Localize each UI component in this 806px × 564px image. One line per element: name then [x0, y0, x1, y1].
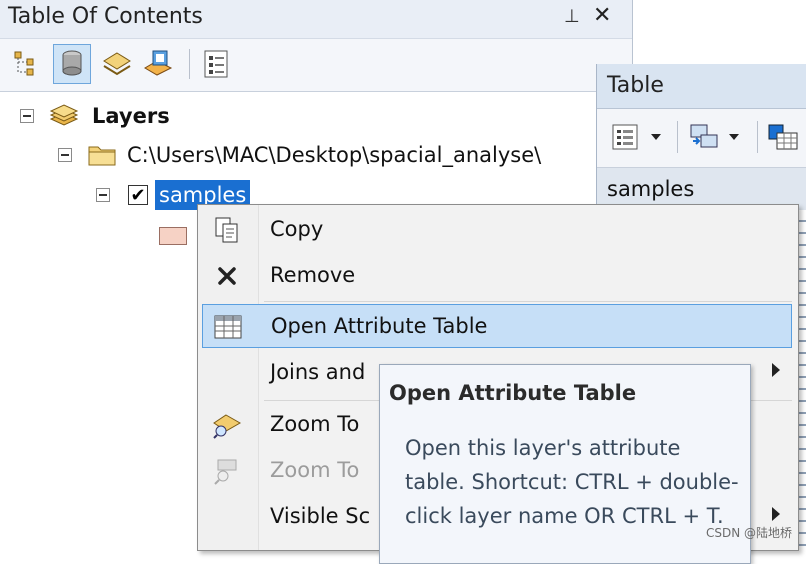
hierarchy-icon — [14, 51, 34, 76]
select-by-attributes-button[interactable] — [767, 123, 799, 155]
watermark: CSDN @陆地桥 — [705, 526, 792, 540]
menu-item-label: Copy — [270, 217, 324, 241]
menu-item-label: Open Attribute Table — [271, 314, 488, 338]
table-options-icon — [612, 124, 638, 150]
tree-node-folder[interactable]: C:\Users\MAC\Desktop\spacial_analyse\ — [58, 138, 541, 172]
menu-item-remove[interactable]: Remove — [202, 254, 792, 298]
table-tab-label: samples — [607, 177, 695, 201]
symbol-swatch[interactable] — [159, 227, 187, 245]
related-tables-icon — [690, 124, 718, 148]
collapse-icon[interactable] — [20, 109, 34, 123]
toc-title: Table Of Contents — [8, 4, 203, 29]
menu-item-open-attribute-table[interactable]: Open Attribute Table — [202, 304, 792, 348]
remove-x-icon — [218, 267, 236, 285]
database-icon — [62, 50, 82, 76]
copy-icon — [215, 217, 238, 243]
close-icon[interactable]: ✕ — [593, 3, 611, 28]
submenu-arrow-icon — [772, 363, 780, 377]
check-icon: ✔ — [130, 184, 146, 206]
zoom-to-visible-icon — [214, 459, 237, 485]
tooltip-body: Open this layer's attribute table. Short… — [405, 436, 739, 528]
table-window-title: Table — [607, 73, 664, 98]
open-attribute-table-tooltip: Open Attribute Table Open this layer's a… — [379, 364, 751, 564]
tree-node-layers[interactable]: Layers — [20, 99, 170, 133]
menu-separator — [264, 301, 792, 302]
menu-item-label: Zoom To — [270, 412, 360, 436]
toolbar-separator — [677, 121, 678, 153]
table-select-icon — [768, 124, 798, 150]
layer-visibility-checkbox[interactable]: ✔ — [128, 184, 148, 206]
pin-icon[interactable]: ⊥ — [564, 6, 580, 27]
layers-stack-icon — [103, 52, 131, 76]
table-options-button[interactable] — [611, 123, 661, 151]
zoom-to-layer-icon — [213, 414, 242, 439]
layer-selection-icon — [144, 50, 173, 76]
toolbar-separator — [189, 49, 190, 79]
list-by-selection-button[interactable] — [140, 44, 178, 84]
attribute-table-icon — [214, 315, 242, 339]
toc-title-bar: Table Of Contents ⊥ ✕ — [0, 0, 632, 39]
toolbar-separator — [757, 121, 758, 153]
menu-item-label: Remove — [270, 263, 356, 287]
menu-item-label: Joins and — [270, 360, 366, 384]
tooltip-title: Open Attribute Table — [389, 381, 637, 405]
table-window-title-bar: Table — [597, 64, 806, 109]
dropdown-arrow-icon — [729, 134, 739, 140]
related-tables-button[interactable] — [689, 123, 739, 151]
menu-item-label: Visible Sc — [270, 504, 371, 528]
list-options-icon — [204, 50, 228, 78]
collapse-icon[interactable] — [58, 148, 72, 162]
table-window-toolbar — [597, 109, 806, 168]
menu-item-copy[interactable]: Copy — [202, 208, 792, 252]
dropdown-arrow-icon — [651, 134, 661, 140]
options-button[interactable] — [197, 44, 235, 84]
collapse-icon[interactable] — [96, 188, 110, 202]
toc-toolbar — [0, 39, 632, 92]
submenu-arrow-icon — [772, 507, 780, 521]
layers-icon — [49, 104, 79, 126]
list-by-drawing-order-button[interactable] — [8, 44, 46, 84]
list-by-visibility-button[interactable] — [98, 44, 136, 84]
folder-path-label: C:\Users\MAC\Desktop\spacial_analyse\ — [127, 143, 542, 167]
layers-label: Layers — [92, 104, 170, 128]
folder-icon — [88, 146, 116, 166]
list-by-source-button[interactable] — [53, 44, 91, 84]
menu-item-label: Zoom To — [270, 458, 360, 482]
